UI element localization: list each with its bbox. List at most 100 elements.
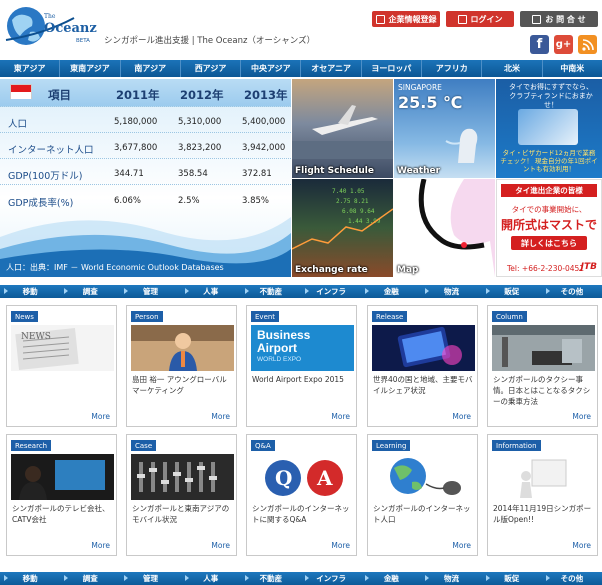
svg-text:Oceanz: Oceanz	[44, 21, 97, 36]
cat-logistics[interactable]: 物流	[421, 285, 481, 298]
jtb-ad[interactable]: タイ進出企業の皆様 タイでの事業開始に、 開所式はマストです! 詳しくはこちら …	[496, 179, 602, 277]
weather-temperature: 25.5 ℃	[398, 93, 463, 112]
cat-logistics[interactable]: 物流	[421, 572, 481, 585]
qa-icons-image: Q A	[251, 454, 354, 500]
cat-hr[interactable]: 人事	[181, 285, 241, 298]
stats-row: GDP(100万ドル) 344.71 358.54 372.81	[0, 159, 291, 185]
cat-transport[interactable]: 移動	[0, 285, 60, 298]
more-link[interactable]: More	[572, 412, 591, 421]
svg-text:BETA: BETA	[76, 38, 90, 44]
svg-text:6.08 9.64: 6.08 9.64	[342, 208, 375, 215]
cat-promotion[interactable]: 販促	[482, 285, 542, 298]
card-column[interactable]: Column シンガポールのタクシー事情。日本とはことなるタクシーの乗車方法 M…	[487, 305, 598, 427]
cat-management[interactable]: 管理	[120, 285, 180, 298]
region-europe[interactable]: ヨーロッパ	[362, 60, 423, 77]
stats-header-2011: 2011年	[116, 88, 160, 102]
airport-expo-image: Business Airport WORLD EXPO	[251, 325, 354, 371]
contact-button[interactable]: お 問 合 せ	[520, 11, 598, 27]
singapore-flag-icon	[10, 84, 32, 99]
more-link[interactable]: More	[331, 412, 350, 421]
merlion-icon	[445, 128, 478, 163]
cat-research[interactable]: 調査	[60, 285, 120, 298]
exchange-chart-icon: 7.40 1.052.75 8.216.08 9.641.44 3.99	[292, 188, 393, 250]
more-link[interactable]: More	[91, 412, 110, 421]
cat-management[interactable]: 管理	[120, 572, 180, 585]
more-link[interactable]: More	[211, 412, 230, 421]
region-latin-america[interactable]: 中南米	[543, 60, 602, 77]
login-button[interactable]: ログイン	[446, 11, 514, 27]
card-learning[interactable]: Learning シンガポールのインターネット人口 More	[367, 434, 478, 556]
stats-header-2012: 2012年	[180, 88, 224, 102]
region-central-asia[interactable]: 中央アジア	[241, 60, 302, 77]
cat-other[interactable]: その他	[542, 572, 602, 585]
google-plus-icon[interactable]: g+	[554, 35, 573, 54]
more-link[interactable]: More	[452, 412, 471, 421]
flight-schedule-tile[interactable]: Flight Schedule	[292, 79, 393, 178]
region-southeast-asia[interactable]: 東南アジア	[60, 60, 121, 77]
cat-transport[interactable]: 移動	[0, 572, 60, 585]
singapore-map-icon	[394, 179, 495, 277]
cat-infrastructure[interactable]: インフラ	[301, 572, 361, 585]
region-africa[interactable]: アフリカ	[422, 60, 483, 77]
cat-hr[interactable]: 人事	[181, 572, 241, 585]
region-south-asia[interactable]: 南アジア	[121, 60, 181, 77]
stats-header-row: 項目 2011年 2012年 2013年	[0, 79, 291, 107]
region-west-asia[interactable]: 西アジア	[181, 60, 242, 77]
rss-icon[interactable]	[578, 35, 597, 54]
site-tagline: シンガポール進出支援 | The Oceanz（オーシャンズ）	[104, 36, 316, 46]
cat-finance[interactable]: 金融	[361, 572, 421, 585]
card-news[interactable]: News NEWS More	[6, 305, 117, 427]
newspaper-image: NEWS	[11, 325, 114, 371]
club-thailand-ad[interactable]: タイでお得にすずでなら、クラブティランドにおまかせ！ タイ・ビザカード12ヵ月で…	[496, 79, 602, 178]
cat-research[interactable]: 調査	[60, 572, 120, 585]
card-qa[interactable]: Q&A Q A シンガポールのインターネットに関するQ&A More	[246, 434, 357, 556]
card-case[interactable]: Case シンガポールと東南アジアのモバイル状況 More	[126, 434, 237, 556]
region-east-asia[interactable]: 東アジア	[0, 60, 61, 77]
tv-viewer-image	[11, 454, 114, 500]
category-nav-bottom: 移動 調査 管理 人事 不動産 インフラ 金融 物流 販促 その他	[0, 572, 602, 585]
oceanz-logo[interactable]: The Oceanz BETA	[4, 4, 100, 50]
map-label: Map	[397, 265, 419, 275]
card-release[interactable]: Release 世界40の国と地域、主要モバイルシェア状況 More	[367, 305, 478, 427]
more-link[interactable]: More	[452, 541, 471, 550]
figure-sign-image	[492, 454, 595, 500]
cat-infrastructure[interactable]: インフラ	[301, 285, 361, 298]
card-event[interactable]: Event Business Airport WORLD EXPO World …	[246, 305, 357, 427]
jtb-logo: JTB	[580, 262, 597, 272]
svg-text:The: The	[44, 13, 56, 20]
flight-schedule-label: Flight Schedule	[295, 166, 374, 176]
more-link[interactable]: More	[211, 541, 230, 550]
globe-mouse-image	[372, 454, 475, 500]
cat-finance[interactable]: 金融	[361, 285, 421, 298]
card-research[interactable]: Research シンガポールのテレビ会社、CATV会社 More	[6, 434, 117, 556]
company-register-button[interactable]: 企業情報登録	[372, 11, 440, 27]
weather-city: SINGAPORE	[398, 83, 442, 92]
region-oceania[interactable]: オセアニア	[301, 60, 362, 77]
exchange-rate-label: Exchange rate	[295, 265, 368, 275]
card-information[interactable]: Information 2014年11月19日シンガポール版Open!! Mor…	[487, 434, 598, 556]
more-link[interactable]: More	[91, 541, 110, 550]
more-link[interactable]: More	[331, 541, 350, 550]
stats-row: 人口 5,180,000 5,310,000 5,400,000	[0, 107, 291, 133]
more-link[interactable]: More	[572, 541, 591, 550]
cat-realestate[interactable]: 不動産	[241, 285, 301, 298]
country-stats-table: 項目 2011年 2012年 2013年 人口 5,180,000 5,310,…	[0, 79, 291, 277]
stats-row: インターネット人口 3,677,800 3,823,200 3,942,000	[0, 133, 291, 159]
map-tile[interactable]: Map	[394, 179, 495, 277]
register-icon	[375, 14, 385, 24]
region-north-america[interactable]: 北米	[482, 60, 543, 77]
facebook-icon[interactable]: f	[530, 35, 549, 54]
stats-header-2013: 2013年	[244, 88, 288, 102]
lock-icon	[457, 14, 467, 24]
weather-tile[interactable]: SINGAPORE 25.5 ℃ Weather	[394, 79, 495, 178]
cat-promotion[interactable]: 販促	[482, 572, 542, 585]
exchange-rate-tile[interactable]: 7.40 1.05 2.75 8.21 6.08 9.64 1.44 3.99 Exc…	[292, 179, 393, 277]
jtb-details-button[interactable]: 詳しくはこちら	[511, 236, 587, 250]
mobile-phone-image	[372, 325, 475, 371]
site-header: The Oceanz BETA シンガポール進出支援 | The Oceanz（…	[0, 0, 602, 58]
cat-realestate[interactable]: 不動産	[241, 572, 301, 585]
cat-other[interactable]: その他	[542, 285, 602, 298]
card-person[interactable]: Person 島田 裕一 アウングローバルマーケティング More	[126, 305, 237, 427]
weather-label: Weather	[397, 166, 441, 176]
stats-header-item: 項目	[48, 88, 71, 102]
